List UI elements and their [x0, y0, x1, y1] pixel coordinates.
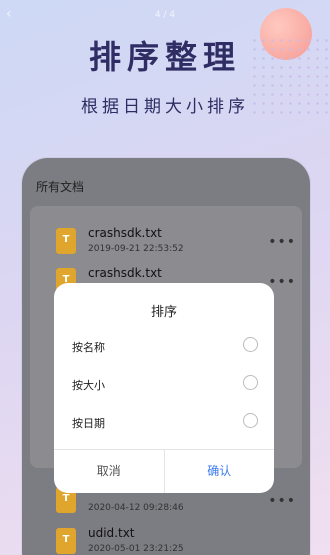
more-icon[interactable]: •••	[268, 234, 296, 250]
txt-file-icon: T	[56, 228, 76, 254]
dialog-title: 排序	[150, 305, 177, 320]
more-icon[interactable]: •••	[268, 274, 296, 290]
file-date: 2019-09-21 22:53:52	[88, 244, 184, 254]
sort-option-name[interactable]: 按名称	[54, 329, 274, 365]
list-item[interactable]: T udid.txt 2020-05-01 23:21:25	[54, 524, 294, 555]
section-title: 所有文档	[36, 180, 85, 194]
option-label: 按日期	[72, 417, 105, 430]
more-icon[interactable]: •••	[268, 493, 296, 509]
subheadline: 根据日期大小排序	[81, 97, 249, 117]
headline: 排序整理	[88, 38, 241, 76]
radio-button[interactable]	[243, 413, 258, 428]
sort-option-date[interactable]: 按日期	[54, 405, 274, 441]
cancel-button[interactable]: 取消	[54, 450, 165, 493]
txt-file-icon: T	[56, 528, 76, 554]
file-name: crashsdk.txt	[88, 226, 162, 240]
file-date: 2020-05-01 23:21:25	[88, 544, 184, 554]
radio-button[interactable]	[243, 375, 258, 390]
sort-dialog: 排序 按名称 按大小 按日期 取消 确认	[54, 283, 274, 493]
option-label: 按名称	[72, 341, 105, 354]
sort-option-size[interactable]: 按大小	[54, 367, 274, 403]
file-name: crashsdk.txt	[88, 266, 162, 280]
option-label: 按大小	[72, 379, 105, 392]
page-indicator: 4 / 4	[154, 10, 176, 20]
file-name: udid.txt	[88, 526, 135, 540]
file-date: 2020-04-12 09:28:46	[88, 503, 184, 513]
dialog-buttons: 取消 确认	[54, 449, 274, 493]
radio-button[interactable]	[243, 337, 258, 352]
confirm-button[interactable]: 确认	[165, 450, 275, 493]
